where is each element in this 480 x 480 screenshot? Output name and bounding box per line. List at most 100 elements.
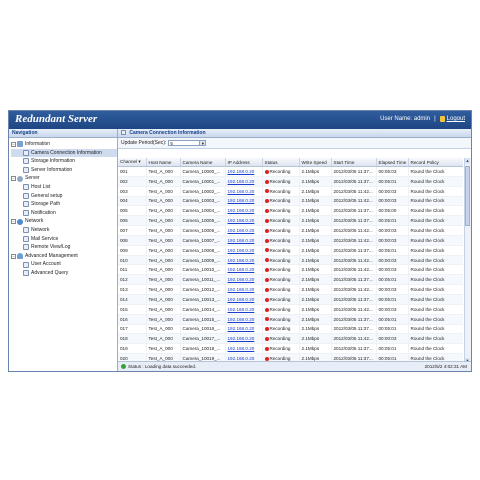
- table-row[interactable]: 005 Test_A_000 Camera_10004_... 192.168.0.2…: [118, 205, 463, 217]
- nav-group-0[interactable]: − Information: [11, 140, 117, 149]
- table-row[interactable]: 019 Test_A_000 Camera_10018_... 192.168.0.2…: [118, 343, 463, 355]
- table-cell: Round the Clock: [408, 343, 463, 355]
- ip-address-link[interactable]: 192.168.0.20: [228, 228, 255, 233]
- nav-item-label: Server Information: [31, 166, 73, 173]
- table-row[interactable]: 009 Test_A_000 Camera_10008_... 192.168.0.2…: [118, 245, 463, 256]
- table-row[interactable]: 004 Test_A_000 Camera_10003_... 192.168.0.2…: [118, 196, 463, 207]
- nav-item-0-0[interactable]: Camera Connection Information: [11, 148, 117, 158]
- ip-address-link[interactable]: 192.168.0.20: [228, 179, 255, 184]
- nav-item-3-1[interactable]: Advanced Query: [11, 269, 117, 278]
- table-cell: 192.168.0.20: [225, 166, 263, 177]
- table-cell: Round the Clock: [408, 304, 463, 315]
- table-cell: Camera_10002_...: [180, 186, 226, 197]
- logout-icon[interactable]: [439, 116, 445, 122]
- chevron-down-icon[interactable]: ▼: [199, 141, 206, 146]
- ip-address-link[interactable]: 192.168.0.20: [228, 336, 255, 341]
- table-cell: 00:00:03: [376, 225, 409, 236]
- table-row[interactable]: 013 Test_A_000 Camera_10012_... 192.168.0.2…: [118, 284, 463, 295]
- nav-group-2[interactable]: − Network: [11, 217, 117, 226]
- table-cell: Test_A_000: [146, 186, 181, 197]
- ip-address-link[interactable]: 192.168.0.20: [228, 258, 255, 263]
- table-cell: 00:05:01: [376, 245, 409, 256]
- nav-item-1-2[interactable]: Storage Path: [11, 200, 117, 209]
- table-cell: 2012/03/05 11:42...: [331, 235, 377, 246]
- vertical-scrollbar[interactable]: ▲ ▼: [464, 158, 471, 364]
- nav-item-2-1[interactable]: Mail Service: [11, 235, 117, 244]
- scroll-up-icon[interactable]: ▲: [465, 158, 470, 164]
- nav-item-0-1[interactable]: Storage Information: [11, 157, 117, 166]
- nav-group-3[interactable]: − Advanced Management: [11, 252, 117, 261]
- nav-group-label: Server: [25, 175, 40, 182]
- column-header[interactable]: Start Time: [331, 158, 377, 167]
- ip-address-link[interactable]: 192.168.0.20: [228, 198, 255, 203]
- ip-address-link[interactable]: 192.168.0.20: [228, 317, 255, 322]
- nav-item-1-0[interactable]: Host List: [11, 183, 117, 192]
- nav-group-1[interactable]: − Server: [11, 174, 117, 183]
- table-row[interactable]: 018 Test_A_000 Camera_10017_... 192.168.0.2…: [118, 333, 463, 345]
- table-cell: 2012/03/05 11:42...: [331, 196, 377, 207]
- ip-address-link[interactable]: 192.168.0.20: [228, 277, 255, 282]
- ip-address-link[interactable]: 192.168.0.20: [228, 208, 255, 213]
- update-period-select[interactable]: 5 ▼: [168, 140, 207, 146]
- table-cell: 00:05:03: [376, 166, 409, 177]
- nav-item-1-3[interactable]: Notification: [11, 209, 117, 218]
- recording-icon: [264, 327, 269, 332]
- status-label: Recording: [269, 188, 291, 194]
- column-header[interactable]: Record Policy: [408, 158, 463, 167]
- status-label: Recording: [269, 316, 291, 322]
- ip-address-link[interactable]: 192.168.0.20: [228, 307, 255, 312]
- table-cell: Recording: [262, 304, 300, 315]
- column-header[interactable]: Channel ▾: [118, 158, 147, 167]
- column-header[interactable]: IP Address: [225, 158, 263, 167]
- table-row[interactable]: 011 Test_A_000 Camera_10010_... 192.168.0.2…: [118, 264, 463, 276]
- nav-item-0-2[interactable]: Server Information: [11, 166, 117, 175]
- ip-address-link[interactable]: 192.168.0.20: [228, 238, 255, 243]
- table-cell: Round the Clock: [408, 314, 463, 325]
- nav-item-2-0[interactable]: Network: [11, 226, 117, 235]
- table-cell: 002: [118, 176, 147, 187]
- table-cell: 2012/03/05 11:42...: [331, 225, 377, 236]
- app-title: Redundant Server: [15, 113, 98, 125]
- table-cell: 2012/03/05 11:37...: [331, 176, 377, 187]
- page-icon: [23, 184, 29, 191]
- ip-address-link[interactable]: 192.168.0.20: [228, 346, 255, 351]
- table-row[interactable]: 014 Test_A_000 Camera_10013_... 192.168.0.2…: [118, 294, 463, 305]
- table-row[interactable]: 010 Test_A_000 Camera_10009_... 192.168.0.2…: [118, 255, 463, 266]
- column-header[interactable]: Write Speed: [299, 158, 332, 167]
- table-row[interactable]: 008 Test_A_000 Camera_10007_... 192.168.0.2…: [118, 235, 463, 246]
- column-header[interactable]: Camera Name: [180, 158, 226, 167]
- table-row[interactable]: 016 Test_A_000 Camera_10015_... 192.168.0.2…: [118, 314, 463, 325]
- ip-address-link[interactable]: 192.168.0.20: [228, 326, 255, 331]
- table-row[interactable]: 017 Test_A_000 Camera_10016_... 192.168.0.2…: [118, 324, 463, 335]
- table-row[interactable]: 001 Test_A_000 Camera_10000_... 192.168.0.2…: [118, 166, 463, 177]
- table-row[interactable]: 015 Test_A_000 Camera_10014_... 192.168.0.2…: [118, 304, 463, 315]
- table-cell: 2012/03/05 11:42...: [331, 284, 377, 295]
- table-row[interactable]: 002 Test_A_000 Camera_10001_... 192.168.0.2…: [118, 176, 463, 187]
- logout-link[interactable]: Logout: [447, 116, 465, 122]
- table-cell: Recording: [262, 166, 300, 177]
- column-header[interactable]: Host Name: [146, 158, 181, 167]
- collapse-toggle-icon[interactable]: −: [11, 253, 16, 259]
- ip-address-link[interactable]: 192.168.0.20: [228, 218, 255, 223]
- table-cell: Test_A_000: [146, 333, 181, 345]
- collapse-toggle-icon[interactable]: −: [11, 219, 16, 225]
- nav-item-1-1[interactable]: General setup: [11, 192, 117, 201]
- nav-item-2-2[interactable]: Remote View/Log: [11, 243, 117, 252]
- table-row[interactable]: 012 Test_A_000 Camera_10011_... 192.168.0.2…: [118, 274, 463, 286]
- column-header[interactable]: Elapsed Time: [376, 158, 409, 167]
- ip-address-link[interactable]: 192.168.0.20: [228, 297, 255, 302]
- ip-address-link[interactable]: 192.168.0.20: [228, 267, 255, 272]
- collapse-toggle-icon[interactable]: −: [11, 141, 16, 147]
- ip-address-link[interactable]: 192.168.0.20: [228, 287, 255, 292]
- nav-group-label: Advanced Management: [25, 252, 78, 259]
- table-row[interactable]: 007 Test_A_000 Camera_10006_... 192.168.0.2…: [118, 225, 463, 236]
- ip-address-link[interactable]: 192.168.0.20: [228, 169, 255, 174]
- ip-address-link[interactable]: 192.168.0.20: [228, 248, 255, 253]
- collapse-toggle-icon[interactable]: −: [11, 176, 16, 182]
- ip-address-link[interactable]: 192.168.0.20: [228, 189, 255, 194]
- scroll-thumb[interactable]: [465, 166, 470, 226]
- nav-item-3-0[interactable]: User Account: [11, 260, 117, 269]
- table-row[interactable]: 006 Test_A_000 Camera_10005_... 192.168.0.2…: [118, 215, 463, 227]
- column-header[interactable]: Status: [262, 158, 300, 167]
- table-row[interactable]: 003 Test_A_000 Camera_10002_... 192.168.0.2…: [118, 186, 463, 197]
